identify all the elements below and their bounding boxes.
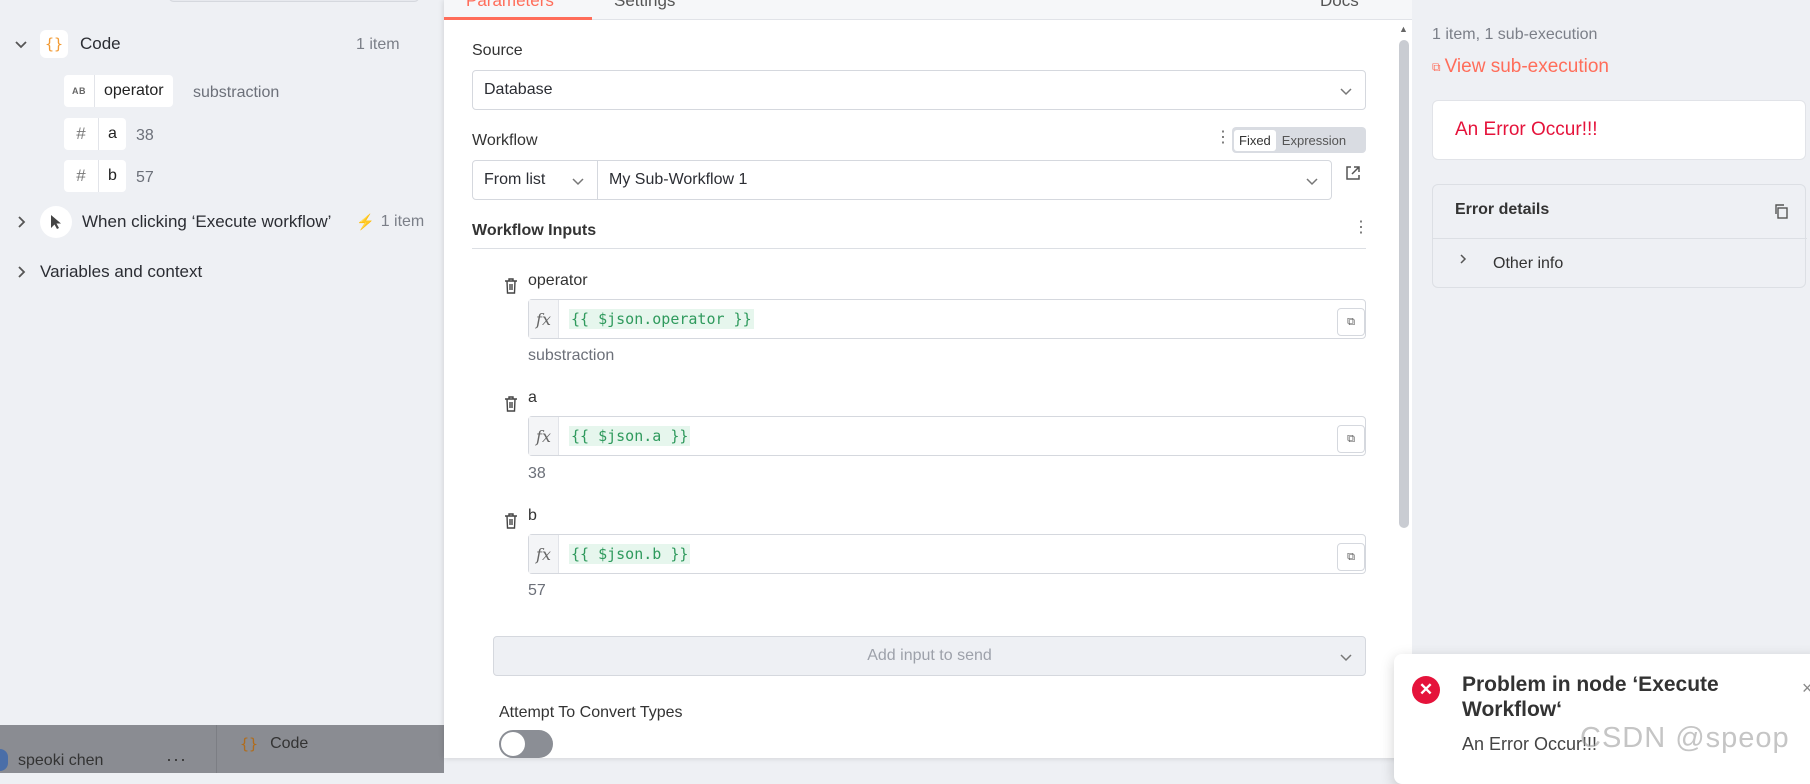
expand-editor-icon[interactable]: ⧉ xyxy=(1337,425,1365,453)
cursor-icon xyxy=(40,206,72,238)
input-name: b xyxy=(528,507,537,524)
execution-summary: 1 item, 1 sub-execution xyxy=(1432,26,1598,43)
expression-text: {{ $json.a }} xyxy=(569,426,691,446)
expression-field[interactable]: fx {{ $json.a }} ⧉ xyxy=(528,416,1366,456)
search-box-partial[interactable] xyxy=(168,0,420,2)
node-label: Code xyxy=(80,34,121,53)
source-select[interactable]: Database xyxy=(472,70,1366,110)
chevron-right-icon[interactable] xyxy=(14,215,28,229)
curly-braces-icon: {} xyxy=(40,30,68,58)
chevron-down-icon xyxy=(1305,174,1319,188)
watermark: CSDN @speop xyxy=(1580,722,1790,754)
input-name: a xyxy=(528,389,537,406)
fixed-option[interactable]: Fixed xyxy=(1234,129,1276,151)
close-icon[interactable]: × xyxy=(1802,678,1810,699)
trash-icon[interactable] xyxy=(504,396,518,412)
expression-result: 57 xyxy=(528,582,546,599)
curly-braces-icon: {} xyxy=(240,735,259,753)
fx-icon: fx xyxy=(529,417,559,455)
error-details: Error details Other info xyxy=(1432,184,1807,288)
error-circle-icon: ✕ xyxy=(1412,676,1440,704)
trash-icon[interactable] xyxy=(504,513,518,529)
number-type-icon: # xyxy=(76,166,86,185)
error-message: An Error Occur!!! xyxy=(1455,119,1598,140)
chevron-down-icon xyxy=(1339,650,1353,664)
field-name: a xyxy=(108,125,117,142)
workflow-label: Workflow xyxy=(472,132,538,149)
tree-node-trigger[interactable]: When clicking ‘Execute workflow’ xyxy=(14,206,331,238)
convert-types-toggle[interactable] xyxy=(499,730,553,758)
field-value: substraction xyxy=(193,84,280,101)
error-toast: ✕ Problem in node ‘Execute Workflow‘ An … xyxy=(1394,654,1810,784)
add-input-select[interactable]: Add input to send xyxy=(493,636,1366,676)
chevron-down-icon xyxy=(571,174,585,188)
scrollbar[interactable] xyxy=(1399,40,1409,528)
fx-icon: fx xyxy=(529,300,559,338)
user-name: speoki chen xyxy=(18,752,104,769)
tree-node-variables[interactable]: Variables and context xyxy=(14,262,202,282)
view-sub-execution-link[interactable]: ⧉ View sub-execution xyxy=(1432,56,1609,78)
node-label: When clicking ‘Execute workflow’ xyxy=(82,212,332,231)
expand-editor-icon[interactable]: ⧉ xyxy=(1337,543,1365,571)
scroll-up-arrow-icon[interactable]: ▲ xyxy=(1399,24,1408,34)
fixed-expression-toggle[interactable]: Fixed Expression xyxy=(1232,127,1366,153)
expression-result: substraction xyxy=(528,347,615,364)
background-code-node: {} Code xyxy=(240,735,309,753)
expression-field[interactable]: fx {{ $json.operator }} ⧉ xyxy=(528,299,1366,339)
copy-icon[interactable] xyxy=(1773,203,1789,219)
field-value: 57 xyxy=(136,169,154,186)
error-details-title: Error details xyxy=(1455,201,1550,218)
avatar[interactable] xyxy=(0,749,8,771)
other-info-toggle[interactable]: Other info xyxy=(1493,255,1563,273)
convert-types-label: Attempt To Convert Types xyxy=(499,704,683,721)
expression-option[interactable]: Expression xyxy=(1276,130,1352,151)
item-count: 1 item xyxy=(356,36,400,53)
tab-docs[interactable]: Docs xyxy=(1320,0,1359,11)
variables-label: Variables and context xyxy=(40,262,203,281)
tab-parameters[interactable]: Parameters xyxy=(466,0,554,11)
input-name: operator xyxy=(528,272,588,289)
field-value: 38 xyxy=(136,127,154,144)
field-pill-b[interactable]: # b xyxy=(64,160,126,192)
chevron-right-icon[interactable] xyxy=(14,265,28,279)
error-message-card: An Error Occur!!! xyxy=(1432,100,1806,160)
field-name: operator xyxy=(104,82,164,99)
string-type-icon: AB xyxy=(72,86,86,96)
input-data-panel: {} Code 1 item AB operator substraction … xyxy=(0,0,444,773)
background-overlay-strip: speoki chen ··· {} Code xyxy=(0,725,444,773)
tree-node-code[interactable]: {} Code xyxy=(14,30,121,58)
field-name: b xyxy=(108,167,117,184)
source-label: Source xyxy=(472,42,523,59)
lightning-icon: ⚡ xyxy=(356,214,375,231)
chevron-down-icon[interactable] xyxy=(14,37,28,51)
toast-message: An Error Occur!!! xyxy=(1462,734,1598,754)
more-icon[interactable]: ··· xyxy=(166,749,187,770)
fx-icon: fx xyxy=(529,535,559,573)
number-type-icon: # xyxy=(76,124,86,143)
expression-text: {{ $json.operator }} xyxy=(569,309,754,329)
options-icon[interactable]: ⋮ xyxy=(1215,130,1231,146)
options-icon[interactable]: ⋮ xyxy=(1353,220,1369,236)
expression-field[interactable]: fx {{ $json.b }} ⧉ xyxy=(528,534,1366,574)
workflow-inputs-title: Workflow Inputs xyxy=(472,222,597,239)
from-list-select[interactable]: From list xyxy=(472,160,598,200)
item-count: ⚡ 1 item xyxy=(356,213,425,231)
tab-settings[interactable]: Settings xyxy=(614,0,675,11)
external-link-icon: ⧉ xyxy=(1432,59,1441,74)
field-pill-operator[interactable]: AB operator xyxy=(64,75,173,107)
tab-bar: Parameters Settings Docs xyxy=(444,0,1412,20)
field-pill-a[interactable]: # a xyxy=(64,118,126,150)
chevron-right-icon[interactable] xyxy=(1457,253,1469,265)
chevron-down-icon xyxy=(1339,84,1353,98)
expand-editor-icon[interactable]: ⧉ xyxy=(1337,308,1365,336)
toast-title: Problem in node ‘Execute Workflow‘ xyxy=(1462,673,1719,721)
workflow-select[interactable]: My Sub-Workflow 1 xyxy=(597,160,1332,200)
expression-result: 38 xyxy=(528,465,546,482)
node-parameters-panel: Parameters Settings Docs ▲ Source Databa… xyxy=(444,0,1412,758)
expression-text: {{ $json.b }} xyxy=(569,544,691,564)
open-external-icon[interactable] xyxy=(1344,164,1362,182)
trash-icon[interactable] xyxy=(504,278,518,294)
